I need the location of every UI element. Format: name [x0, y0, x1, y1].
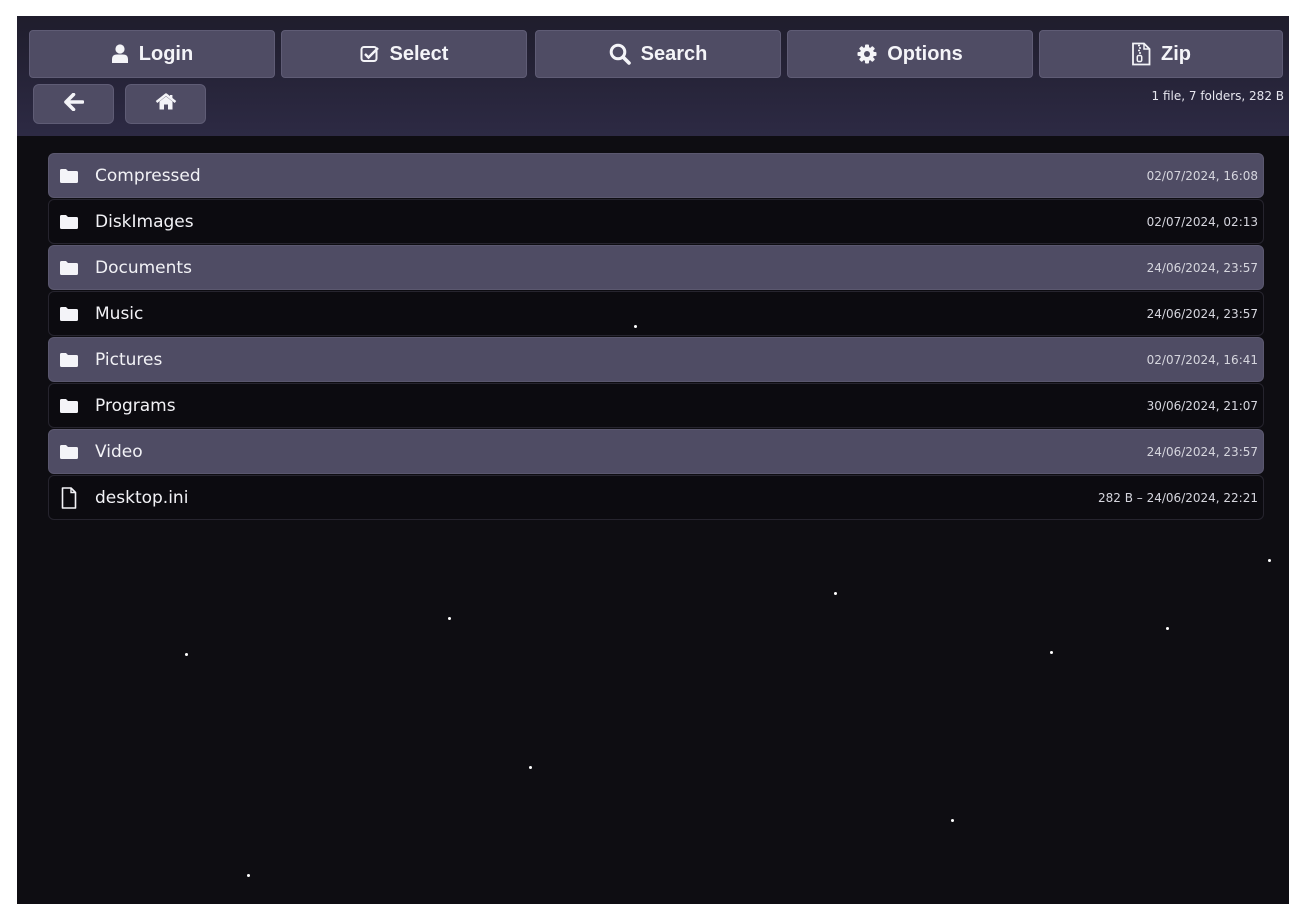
- star-dot: [951, 819, 954, 822]
- entry-meta: 02/07/2024, 02:13: [1146, 214, 1258, 229]
- folder-icon: [58, 168, 80, 184]
- folder-icon: [58, 398, 80, 414]
- back-button[interactable]: [33, 84, 114, 124]
- home-icon: [155, 92, 177, 116]
- top-bar: Login Select Search Options Zip 1 file, …: [17, 16, 1289, 136]
- star-dot: [448, 617, 451, 620]
- star-dot: [634, 325, 637, 328]
- folder-row[interactable]: Compressed 02/07/2024, 16:08: [48, 153, 1264, 198]
- file-browser-app: Login Select Search Options Zip 1 file, …: [17, 16, 1289, 904]
- check-square-icon: [360, 45, 380, 63]
- file-list: Compressed 02/07/2024, 16:08 DiskImages 02/…: [48, 153, 1264, 521]
- login-button[interactable]: Login: [29, 30, 275, 78]
- folder-row[interactable]: Video 24/06/2024, 23:57: [48, 429, 1264, 474]
- entry-name: Music: [95, 303, 144, 324]
- entry-name: Programs: [95, 395, 176, 416]
- options-button[interactable]: Options: [787, 30, 1033, 78]
- entry-name: Video: [95, 441, 143, 462]
- folder-row[interactable]: Programs 30/06/2024, 21:07: [48, 383, 1264, 428]
- folder-row[interactable]: Documents 24/06/2024, 23:57: [48, 245, 1264, 290]
- star-dot: [834, 592, 837, 595]
- entry-name: DiskImages: [95, 211, 194, 232]
- folder-icon: [58, 214, 80, 230]
- options-button-label: Options: [887, 42, 963, 65]
- arrow-left-icon: [63, 92, 84, 116]
- entry-meta: 02/07/2024, 16:08: [1146, 168, 1258, 183]
- star-dot: [1268, 559, 1271, 562]
- entry-meta: 24/06/2024, 23:57: [1146, 444, 1258, 459]
- entry-meta: 24/06/2024, 23:57: [1146, 260, 1258, 275]
- folder-icon: [58, 260, 80, 276]
- home-button[interactable]: [125, 84, 206, 124]
- star-dot: [1050, 651, 1053, 654]
- star-dot: [529, 766, 532, 769]
- folder-icon: [58, 306, 80, 322]
- folder-icon: [58, 444, 80, 460]
- star-dot: [247, 874, 250, 877]
- select-button-label: Select: [389, 42, 449, 65]
- star-dot: [1166, 627, 1169, 630]
- entry-meta: 02/07/2024, 16:41: [1146, 352, 1258, 367]
- entry-meta: 30/06/2024, 21:07: [1146, 398, 1258, 413]
- search-button[interactable]: Search: [535, 30, 781, 78]
- entry-meta: 24/06/2024, 23:57: [1146, 306, 1258, 321]
- entry-name: Documents: [95, 257, 192, 278]
- folder-row[interactable]: Pictures 02/07/2024, 16:41: [48, 337, 1264, 382]
- user-icon: [111, 44, 129, 64]
- search-icon: [609, 43, 631, 65]
- entry-name: desktop.ini: [95, 487, 189, 508]
- file-row[interactable]: desktop.ini 282 B – 24/06/2024, 22:21: [48, 475, 1264, 520]
- folder-summary: 1 file, 7 folders, 282 B: [1151, 89, 1284, 103]
- zip-button[interactable]: Zip: [1039, 30, 1283, 78]
- zip-file-icon: [1131, 42, 1151, 66]
- entry-name: Pictures: [95, 349, 163, 370]
- login-button-label: Login: [138, 42, 194, 65]
- gear-icon: [857, 44, 877, 64]
- entry-meta: 282 B – 24/06/2024, 22:21: [1098, 490, 1258, 505]
- folder-row[interactable]: DiskImages 02/07/2024, 02:13: [48, 199, 1264, 244]
- folder-row[interactable]: Music 24/06/2024, 23:57: [48, 291, 1264, 336]
- search-button-label: Search: [640, 42, 708, 65]
- file-icon: [58, 486, 80, 509]
- zip-button-label: Zip: [1161, 42, 1191, 65]
- entry-name: Compressed: [95, 165, 201, 186]
- select-button[interactable]: Select: [281, 30, 527, 78]
- folder-icon: [58, 352, 80, 368]
- star-dot: [185, 653, 188, 656]
